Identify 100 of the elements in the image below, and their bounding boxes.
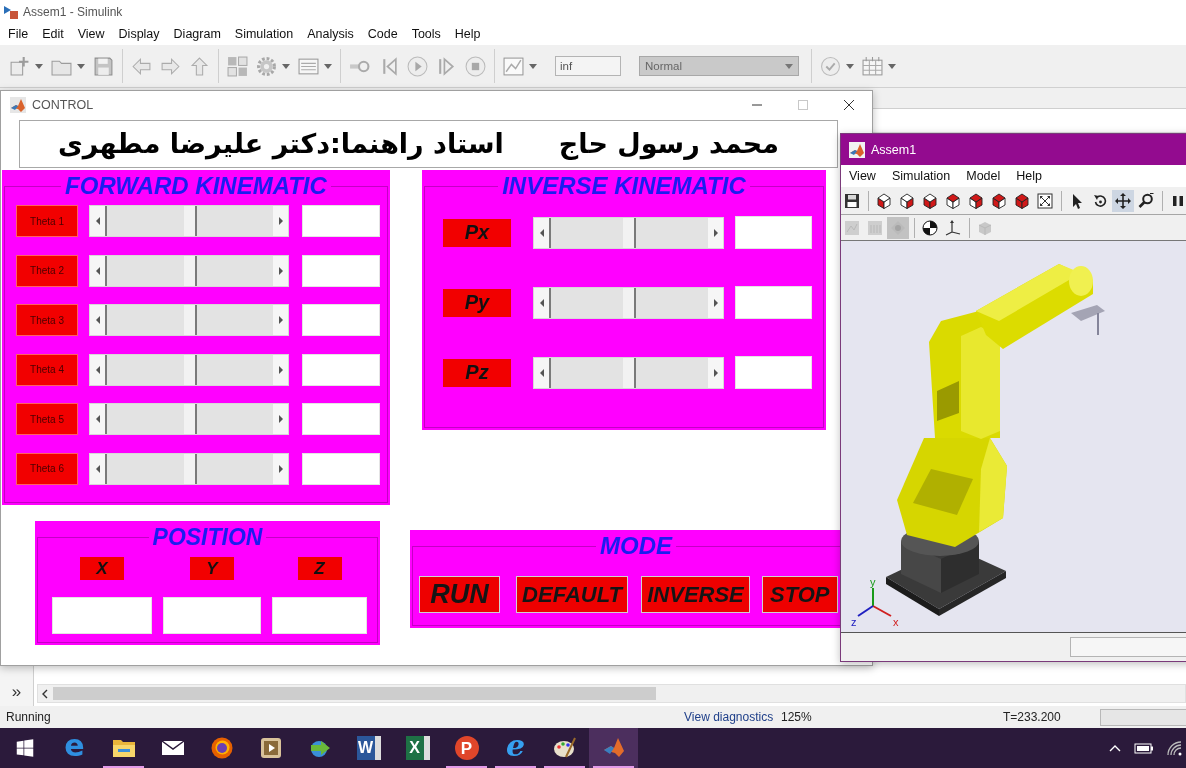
slider-right-button[interactable]	[273, 305, 288, 336]
slider-right-button[interactable]	[273, 453, 288, 484]
menu-item[interactable]: Edit	[35, 25, 71, 43]
slider-left-button[interactable]	[90, 206, 105, 236]
axis-label: x	[893, 616, 899, 628]
mode-button[interactable]: RUN	[419, 576, 500, 613]
slider[interactable]	[89, 452, 289, 485]
slider-right-button[interactable]	[708, 357, 723, 388]
slider[interactable]	[89, 254, 289, 287]
menu-item[interactable]: Display	[111, 25, 167, 43]
axis-label: y	[870, 576, 876, 588]
block-arrow-icon	[3, 3, 19, 20]
taskbar-app[interactable]: P	[442, 728, 491, 768]
value-field[interactable]	[302, 205, 380, 237]
slider-thumb[interactable]	[183, 404, 197, 435]
joint-label: Theta 2	[16, 254, 78, 287]
slider-right-button[interactable]	[273, 206, 288, 236]
slider-thumb[interactable]	[183, 354, 197, 385]
slider-left-button[interactable]	[534, 287, 549, 318]
scrollbar-thumb[interactable]	[53, 687, 656, 700]
menu-item[interactable]: View	[70, 25, 112, 43]
value-field[interactable]	[272, 597, 367, 634]
left-chevron-icon	[42, 688, 48, 699]
coordinate-label: Pz	[443, 358, 511, 387]
slider[interactable]	[533, 286, 724, 319]
right-arrow-icon	[713, 228, 718, 237]
slider-left-button[interactable]	[90, 453, 105, 484]
rotate-icon	[1092, 192, 1108, 209]
toolbar-button[interactable]	[1112, 189, 1134, 212]
slider-right-button[interactable]	[708, 217, 723, 248]
expand-button[interactable]: »	[8, 683, 25, 701]
slider[interactable]	[89, 205, 289, 237]
menu-item[interactable]: File	[1, 25, 36, 43]
joint-label: Theta 1	[16, 205, 78, 237]
slider[interactable]	[89, 403, 289, 436]
value-field[interactable]	[302, 304, 380, 337]
value-field[interactable]	[163, 597, 261, 634]
slider-thumb[interactable]	[623, 357, 636, 388]
zoom-icon	[1138, 192, 1154, 209]
menu-item[interactable]: Code	[360, 25, 405, 43]
taskbar-app[interactable]: X	[393, 728, 442, 768]
slider[interactable]	[89, 353, 289, 386]
cube-icon	[968, 192, 984, 209]
slider-left-button[interactable]	[534, 357, 549, 388]
menu-item[interactable]: Diagram	[166, 25, 228, 43]
slider-right-button[interactable]	[273, 255, 288, 286]
slider-thumb[interactable]	[183, 305, 197, 336]
mode-button[interactable]: DEFAULT	[516, 576, 628, 613]
slider-left-button[interactable]	[90, 354, 105, 385]
menu-item[interactable]: Analysis	[300, 25, 361, 43]
wifi-icon[interactable]	[1166, 740, 1182, 756]
slider-thumb[interactable]	[623, 217, 636, 248]
scrollbar-track[interactable]	[37, 684, 1186, 703]
3d-viewport[interactable]: y z x	[841, 241, 1186, 632]
stop-time-field[interactable]: inf	[555, 56, 621, 76]
save-icon	[93, 55, 114, 77]
slider-right-button[interactable]	[273, 354, 288, 385]
simulation-mode-dropdown[interactable]: Normal	[639, 56, 799, 76]
axis-label: Y	[190, 557, 234, 580]
chevron-up-icon[interactable]	[1108, 743, 1122, 753]
value-field[interactable]	[735, 356, 812, 389]
taskbar-app[interactable]: e	[50, 728, 99, 768]
value-field[interactable]	[302, 452, 380, 485]
menu-item[interactable]: Simulation	[227, 25, 301, 43]
menu-item[interactable]: Simulation	[883, 167, 959, 185]
slider[interactable]	[533, 216, 724, 249]
menu-item[interactable]: Help	[1008, 167, 1050, 185]
value-field[interactable]	[302, 403, 380, 436]
slider-left-button[interactable]	[90, 255, 105, 286]
slider[interactable]	[533, 356, 724, 389]
slider-right-button[interactable]	[708, 287, 723, 318]
slider-thumb[interactable]	[623, 287, 636, 318]
slider-thumb[interactable]	[183, 206, 197, 236]
taskbar-app[interactable]: e	[491, 728, 540, 768]
slider-right-button[interactable]	[273, 404, 288, 435]
cube-icon	[945, 192, 961, 209]
value-field[interactable]	[52, 597, 152, 634]
value-field[interactable]	[735, 216, 812, 249]
right-arrow-icon	[713, 368, 718, 377]
menu-item[interactable]: Help	[447, 25, 488, 43]
slider-thumb[interactable]	[183, 255, 197, 286]
mode-button[interactable]: STOP	[762, 576, 838, 613]
slider-thumb[interactable]	[183, 453, 197, 484]
mode-button[interactable]: INVERSE	[641, 576, 750, 613]
battery-icon[interactable]	[1134, 741, 1154, 755]
slider[interactable]	[89, 304, 289, 337]
coordinate-label: Py	[443, 288, 511, 317]
diagnostics-link[interactable]: View diagnostics	[684, 710, 781, 724]
slider-left-button[interactable]	[534, 217, 549, 248]
value-field[interactable]	[735, 286, 812, 319]
menu-item[interactable]: Model	[958, 167, 1009, 185]
value-field[interactable]	[302, 353, 380, 386]
taskbar-app[interactable]: W	[344, 728, 393, 768]
axis-label: Z	[297, 557, 342, 580]
slider-left-button[interactable]	[90, 305, 105, 336]
value-field[interactable]	[302, 254, 380, 287]
menu-item[interactable]: Tools	[404, 25, 448, 43]
left-arrow-icon	[95, 415, 100, 424]
slider-left-button[interactable]	[90, 404, 105, 435]
menu-item[interactable]: View	[841, 167, 884, 185]
